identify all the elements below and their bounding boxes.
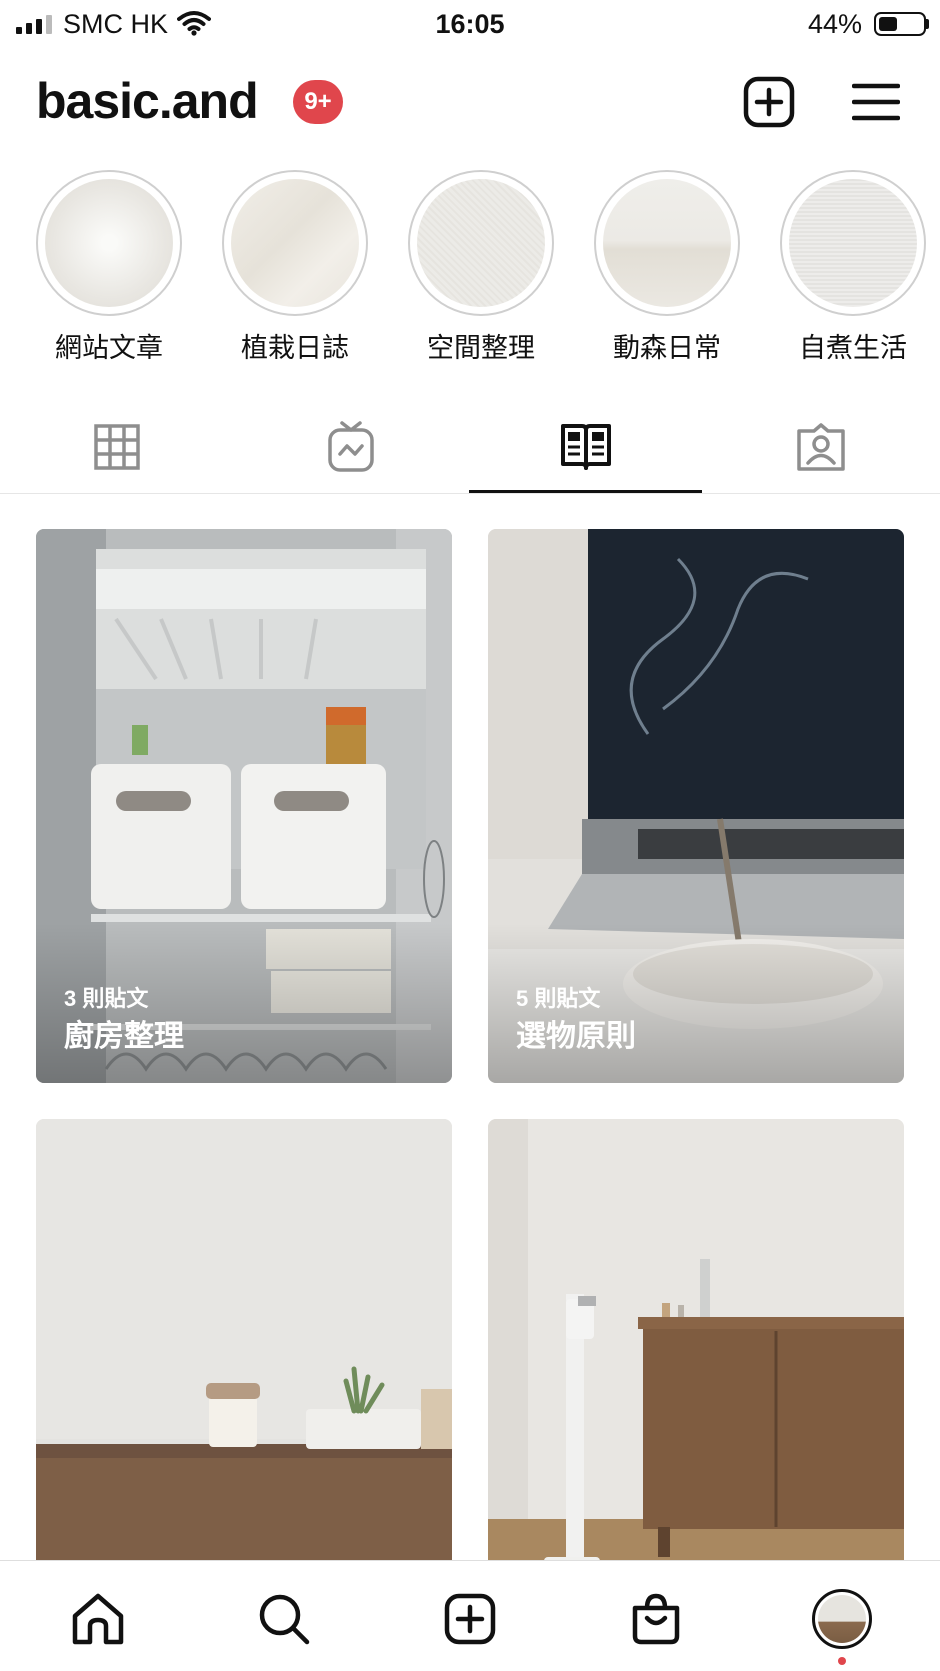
guide-card-selection[interactable]: 5 則貼文 選物原則 (488, 529, 904, 1083)
tab-igtv[interactable] (234, 400, 468, 494)
tab-tagged[interactable] (704, 400, 938, 494)
tab-posts-grid[interactable] (0, 400, 234, 494)
nav-shop-button[interactable] (626, 1589, 686, 1649)
avatar (812, 1589, 872, 1649)
home-icon (72, 1593, 124, 1645)
status-bar: SMC HK 16:05 44% (0, 0, 940, 48)
hamburger-menu-icon (852, 83, 900, 121)
tab-guides[interactable] (469, 400, 703, 494)
grid-icon (94, 424, 140, 470)
highlight-label: 動森日常 (613, 333, 721, 363)
shopping-bag-icon (632, 1593, 680, 1645)
highlight-thumbnail (789, 179, 917, 307)
highlight-thumbnail (417, 179, 545, 307)
nav-home-button[interactable] (68, 1589, 128, 1649)
highlight-thumbnail (45, 179, 173, 307)
bottom-navigation (0, 1560, 940, 1671)
highlight-thumbnail (231, 179, 359, 307)
highlight-ring (222, 170, 368, 316)
plus-square-icon (444, 1593, 496, 1645)
profile-notification-dot (838, 1657, 846, 1665)
battery-level (879, 17, 897, 31)
nav-profile-button[interactable] (812, 1589, 872, 1649)
highlight-ring (408, 170, 554, 316)
search-icon (259, 1594, 310, 1645)
battery-percent: 44% (808, 9, 863, 39)
guide-title: 選物原則 (516, 1020, 636, 1053)
highlight-label: 植栽日誌 (241, 333, 349, 363)
highlight-ring (594, 170, 740, 316)
guide-title: 廚房整理 (64, 1020, 184, 1053)
highlight-space-organizing[interactable]: 空間整理 (408, 170, 554, 365)
battery-icon (874, 12, 926, 36)
highlight-plant-diary[interactable]: 植栽日誌 (222, 170, 368, 365)
highlight-ring (780, 170, 926, 316)
highlight-home-cooking[interactable]: 自煮生活 (780, 170, 926, 365)
menu-button[interactable] (848, 74, 904, 130)
guide-card-kitchen[interactable]: 3 則貼文 廚房整理 (36, 529, 452, 1083)
status-time: 16:05 (435, 9, 505, 39)
notification-badge[interactable]: 9+ (293, 80, 343, 124)
guide-post-count: 5 則貼文 (516, 986, 601, 1011)
active-tab-indicator (469, 490, 702, 493)
guide-card-desk[interactable] (36, 1119, 452, 1619)
new-post-button[interactable] (741, 74, 797, 130)
guides-icon (561, 424, 611, 470)
nav-search-button[interactable] (254, 1589, 314, 1649)
highlight-label: 網站文章 (55, 333, 163, 363)
highlight-label: 空間整理 (427, 333, 535, 363)
guide-card-cabinet[interactable] (488, 1119, 904, 1619)
highlight-thumbnail (603, 179, 731, 307)
igtv-icon (328, 421, 374, 472)
profile-tabs (0, 400, 940, 494)
tagged-person-icon (797, 423, 845, 471)
highlight-ring (36, 170, 182, 316)
highlight-website-articles[interactable]: 網站文章 (36, 170, 182, 365)
highlight-label: 自煮生活 (799, 333, 907, 363)
battery-tip (926, 19, 929, 29)
highlight-animal-crossing-daily[interactable]: 動森日常 (594, 170, 740, 365)
plus-square-icon (743, 76, 795, 128)
nav-create-button[interactable] (440, 1589, 500, 1649)
profile-username[interactable]: basic.and (36, 72, 259, 130)
guide-post-count: 3 則貼文 (64, 986, 149, 1011)
